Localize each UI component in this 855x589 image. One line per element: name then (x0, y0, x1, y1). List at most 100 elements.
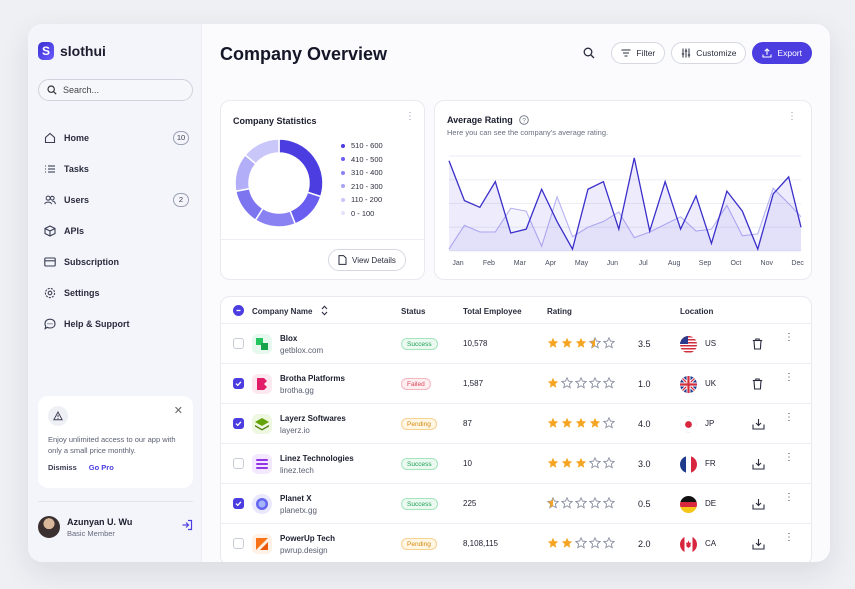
company-domain: layerz.io (280, 426, 310, 435)
download-icon[interactable] (752, 457, 765, 475)
search-icon[interactable] (579, 42, 599, 64)
row-checkbox[interactable] (233, 418, 244, 429)
table-row[interactable]: Brotha Platforms brotha.gg Failed 1,587 1.0 U… (221, 364, 811, 404)
more-icon[interactable]: ⋮ (784, 373, 794, 383)
star-icon (588, 336, 602, 354)
donut-segment (234, 187, 264, 222)
row-checkbox[interactable] (233, 458, 244, 469)
logo-icon: S (38, 42, 54, 60)
table-row[interactable]: Blox getblox.com Success 10,578 3.5 US ⋮ (221, 324, 811, 364)
download-icon[interactable] (752, 497, 765, 515)
company-name[interactable]: Layerz Softwares (280, 414, 346, 423)
star-icon (547, 336, 559, 354)
rating-value: 1.0 (638, 379, 651, 389)
search-input[interactable] (63, 85, 173, 95)
main-content: Company Overview Filter Customize Export… (202, 24, 830, 562)
header-employees: Total Employee (463, 307, 522, 316)
export-button[interactable]: Export (752, 42, 812, 64)
x-tick-label: Nov (761, 260, 774, 267)
sidebar-item-subscription[interactable]: Subscription (44, 246, 189, 277)
company-name[interactable]: Planet X (280, 494, 312, 503)
x-tick-label: Mar (514, 260, 527, 267)
card-title: Company Statistics (233, 116, 317, 126)
card-divider (221, 239, 424, 240)
sidebar-item-home[interactable]: Home 10 (44, 122, 189, 153)
search-box[interactable] (38, 79, 193, 101)
sort-icon[interactable] (321, 305, 328, 318)
status-badge: Pending (401, 418, 437, 430)
table-row[interactable]: Layerz Softwares layerz.io Pending 87 4.0 JP ⋮ (221, 404, 811, 444)
status-badge: Success (401, 458, 438, 470)
header-company[interactable]: Company Name (252, 307, 312, 316)
sidebar-item-settings[interactable]: Settings (44, 277, 189, 308)
more-icon[interactable]: ⋮ (784, 493, 794, 503)
star-icon (588, 376, 602, 394)
download-icon[interactable] (752, 417, 765, 435)
more-icon[interactable]: ⋮ (784, 453, 794, 463)
more-icon[interactable]: ⋮ (784, 333, 794, 343)
upload-icon (762, 48, 772, 58)
legend-dot (341, 170, 345, 175)
star-icon (575, 416, 587, 434)
close-icon[interactable]: ✕ (174, 404, 183, 417)
country-code: CA (705, 539, 717, 548)
filter-button[interactable]: Filter (611, 42, 666, 64)
company-name[interactable]: Linez Technologies (280, 454, 354, 463)
status-badge: Success (401, 338, 438, 350)
sidebar-item-apis[interactable]: APIs (44, 215, 189, 246)
legend-dot (341, 211, 345, 216)
rating-value: 4.0 (638, 419, 651, 429)
company-name[interactable]: Brotha Platforms (280, 374, 345, 383)
legend-dot (341, 143, 345, 148)
star-icon (602, 496, 616, 514)
star-icon (561, 536, 573, 554)
star-icon (602, 376, 616, 394)
avatar[interactable] (38, 516, 60, 538)
status-badge: Success (401, 498, 438, 510)
go-pro-link[interactable]: Go Pro (89, 463, 114, 472)
export-label: Export (777, 48, 802, 58)
sidebar-item-label: Home (64, 132, 90, 143)
x-tick-label: Sep (699, 260, 712, 267)
more-icon[interactable]: ⋮ (405, 112, 415, 122)
table-row[interactable]: Linez Technologies linez.tech Success 10 3.0… (221, 444, 811, 484)
row-checkbox[interactable] (233, 498, 244, 509)
brand-logo[interactable]: S slothui (38, 42, 106, 60)
dismiss-link[interactable]: Dismiss (48, 463, 77, 472)
row-checkbox[interactable] (233, 378, 244, 389)
rating-value: 2.0 (638, 539, 651, 549)
row-checkbox[interactable] (233, 538, 244, 549)
company-name[interactable]: PowerUp Tech (280, 534, 335, 543)
company-name[interactable]: Blox (280, 334, 297, 343)
sidebar-nav: Home 10 Tasks Users 2 APIs Subscription (44, 122, 189, 339)
more-icon[interactable]: ⋮ (784, 413, 794, 423)
page-title: Company Overview (220, 44, 388, 64)
x-tick-label: Dec (791, 260, 804, 267)
toolbar: Filter Customize Export (579, 42, 812, 64)
trash-icon[interactable] (752, 377, 763, 395)
promo-text: Enjoy unlimited access to our app with o… (48, 435, 176, 455)
logout-icon[interactable] (181, 518, 193, 536)
rating-stars (546, 496, 616, 514)
customize-button[interactable]: Customize (671, 42, 747, 64)
gear-icon (44, 287, 56, 299)
flag-icon (680, 336, 697, 353)
sidebar-item-tasks[interactable]: Tasks (44, 153, 189, 184)
legend-label: 0 - 100 (351, 208, 375, 218)
trash-icon[interactable] (752, 337, 763, 355)
table-row[interactable]: Planet X planetx.gg Success 225 0.5 DE ⋮ (221, 484, 811, 524)
row-checkbox[interactable] (233, 338, 244, 349)
count-badge: 10 (173, 130, 189, 145)
more-icon[interactable]: ⋮ (784, 533, 794, 543)
country-code: JP (705, 419, 715, 428)
sidebar-item-help[interactable]: Help & Support (44, 308, 189, 339)
check-icon (235, 381, 242, 387)
legend-item: 510 - 600 (341, 139, 383, 153)
download-icon[interactable] (752, 537, 765, 555)
view-details-button[interactable]: View Details (328, 249, 406, 271)
select-all-checkbox[interactable] (233, 305, 244, 316)
table-row[interactable]: PowerUp Tech pwrup.design Pending 8,108,115… (221, 524, 811, 562)
company-logo-icon (252, 414, 272, 434)
legend-label: 110 - 200 (351, 195, 383, 205)
sidebar-item-users[interactable]: Users 2 (44, 184, 189, 215)
